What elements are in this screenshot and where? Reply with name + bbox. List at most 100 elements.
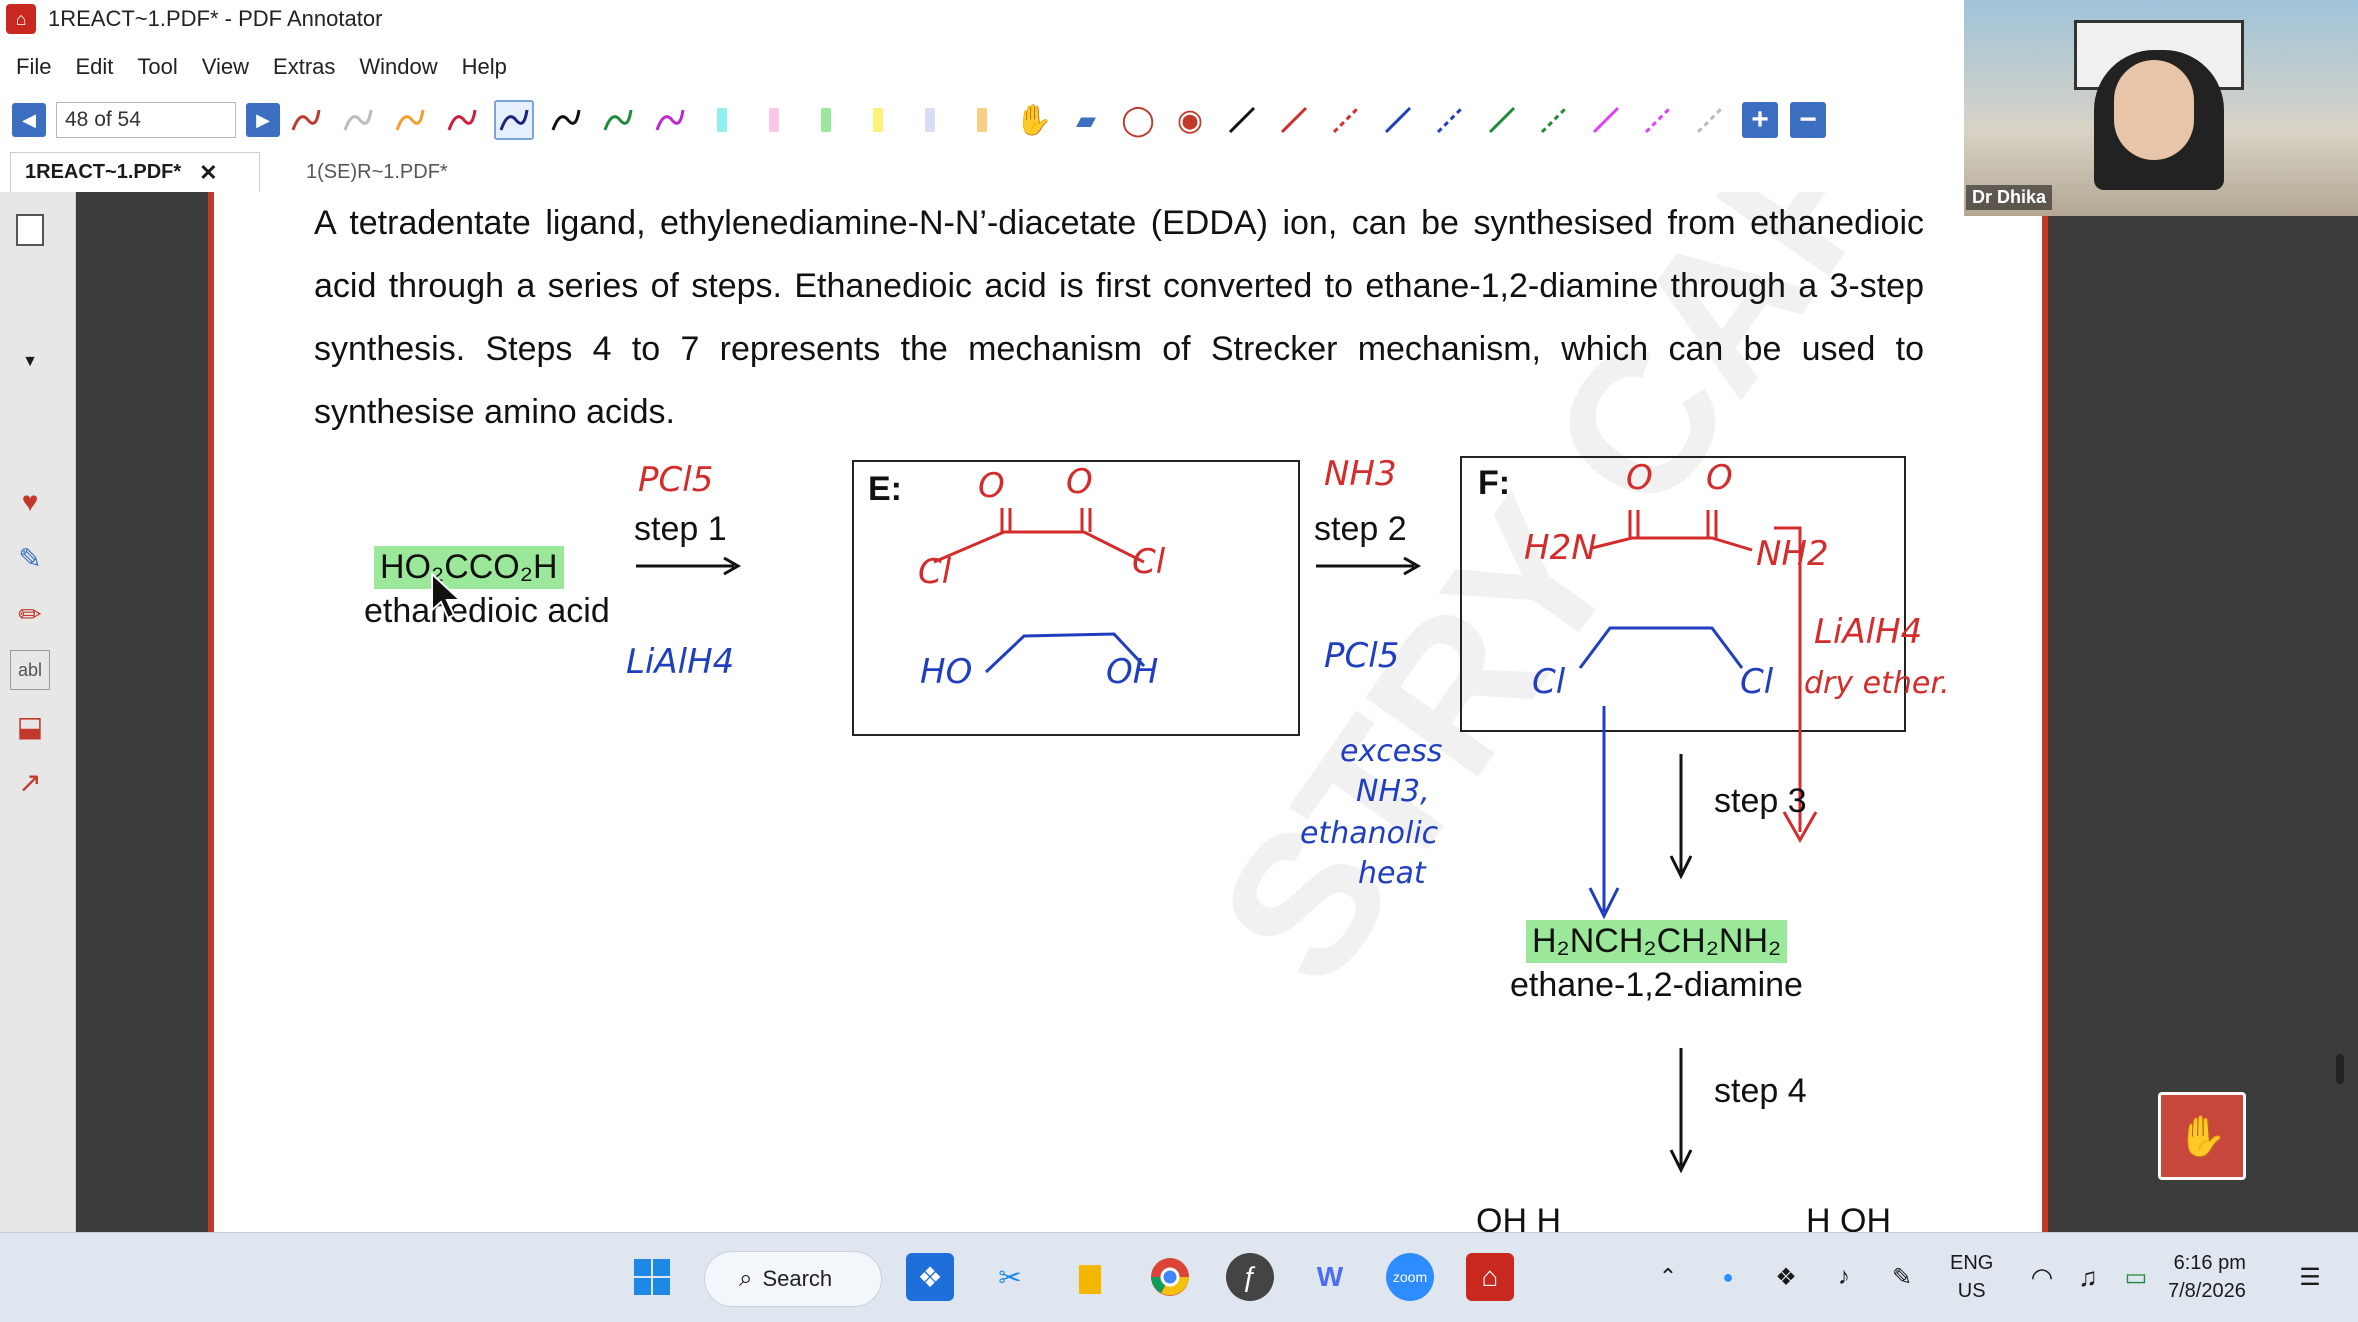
dropbox-tray-icon[interactable]: ❖ [1762, 1253, 1810, 1301]
line-icon [1384, 106, 1412, 134]
annotation-nh3-mid: NH3, [1356, 774, 1430, 809]
menu-file[interactable]: File [16, 54, 51, 80]
stylus-app-icon[interactable]: ƒ [1226, 1253, 1274, 1301]
zoom-icon[interactable]: zoom [1386, 1253, 1434, 1301]
zoom-out-button[interactable]: − [1790, 102, 1826, 138]
close-icon[interactable]: ✕ [199, 160, 217, 186]
menu-extras[interactable]: Extras [273, 54, 335, 80]
pen-navy-tool[interactable] [494, 100, 534, 140]
target-icon: ◉ [1176, 103, 1204, 137]
step-1-label: step 1 [634, 510, 727, 548]
windows-start-icon[interactable] [628, 1253, 676, 1301]
eraser-tool[interactable]: ▰ [1066, 100, 1106, 140]
page-thumbnail-icon[interactable] [10, 210, 50, 250]
arrow-tool-icon[interactable]: ↗ [10, 762, 50, 802]
zoom-tray-icon[interactable]: ● [1704, 1253, 1752, 1301]
line-gray-dashed-tool[interactable] [1690, 100, 1730, 140]
line-red-dashed-tool[interactable] [1326, 100, 1366, 140]
clock-date: 7/8/2026 [2168, 1280, 2246, 1302]
line-icon [1592, 106, 1620, 134]
lasso-tool[interactable]: ◯ [1118, 100, 1158, 140]
pen-stroke-icon [395, 109, 425, 131]
annotation-heat: heat [1358, 856, 1426, 891]
menu-help[interactable]: Help [462, 54, 507, 80]
pdf-page[interactable]: STRY CAFE A tetradentate ligand, ethylen… [208, 192, 2048, 1232]
vertical-scrollbar[interactable] [2336, 1054, 2344, 1084]
line-green-tool[interactable] [1482, 100, 1522, 140]
highlighter-icon [925, 108, 935, 132]
pdf-annotator-taskbar-icon[interactable]: ⌂ [1466, 1253, 1514, 1301]
highlighter-cyan-tool[interactable] [702, 100, 742, 140]
tab-1react[interactable]: 1REACT~1.PDF* ✕ [10, 152, 260, 192]
highlighter-yellow-tool[interactable] [858, 100, 898, 140]
language-indicator[interactable]: ENG US [1950, 1249, 1993, 1305]
file-explorer-icon[interactable]: ▇ [1066, 1253, 1114, 1301]
next-page-button[interactable]: ▶ [246, 103, 280, 137]
stamp-icon[interactable]: ⬓ [10, 706, 50, 746]
video-call-thumbnail[interactable]: Dr Dhika [1964, 0, 2358, 216]
line-green-dashed-tool[interactable] [1534, 100, 1574, 140]
line-blue-dashed-tool[interactable] [1430, 100, 1470, 140]
chevron-up-icon[interactable]: ⌃ [1644, 1253, 1692, 1301]
menu-view[interactable]: View [202, 54, 249, 80]
pen-magenta-tool[interactable] [650, 100, 690, 140]
pen-black-tool[interactable] [546, 100, 586, 140]
line-blue-tool[interactable] [1378, 100, 1418, 140]
pen-gray-tool[interactable] [338, 100, 378, 140]
wifi-icon[interactable]: ◠ [2018, 1253, 2066, 1301]
dashed-line-icon [1644, 106, 1672, 134]
menu-window[interactable]: Window [359, 54, 437, 80]
pen-icon[interactable]: ✎ [10, 538, 50, 578]
stamp-circle-tool[interactable]: ◉ [1170, 100, 1210, 140]
pen-stroke-icon [447, 109, 477, 131]
snipping-tool-icon[interactable]: ✂ [986, 1253, 1034, 1301]
hand-tool[interactable]: ✋ [1014, 100, 1054, 140]
highlighter-lavender-tool[interactable] [910, 100, 950, 140]
menu-edit[interactable]: Edit [75, 54, 113, 80]
page-number-input[interactable] [56, 102, 236, 138]
floating-hand-button[interactable]: ✋ [2158, 1092, 2246, 1180]
system-clock[interactable]: 6:16 pm 7/8/2026 [2168, 1249, 2246, 1305]
dropbox-icon[interactable]: ❖ [906, 1253, 954, 1301]
whiteboard-icon[interactable]: W [1306, 1253, 1354, 1301]
annotation-o: O [1626, 458, 1653, 498]
tab-1se-r[interactable]: 1(SE)R~1.PDF* [292, 152, 462, 192]
annotation-cl: Cl [918, 552, 952, 592]
pen-stroke-icon [655, 109, 685, 131]
dropdown-icon[interactable]: ▼ [10, 342, 50, 382]
windows-taskbar: ⌕ Search ❖ ✂ ▇ ƒ W zoom ⌂ ⌃ ● ❖ ♪ ✎ ENG … [0, 1232, 2358, 1322]
battery-icon[interactable]: ▭ [2112, 1253, 2160, 1301]
pen-crimson-tool[interactable] [442, 100, 482, 140]
highlighter-icon [769, 108, 779, 132]
highlighter-green-tool[interactable] [806, 100, 846, 140]
highlighter-orange-tool[interactable] [962, 100, 1002, 140]
highlighter-pink-tool[interactable] [754, 100, 794, 140]
line-magenta-tool[interactable] [1586, 100, 1626, 140]
window-title: 1REACT~1.PDF* - PDF Annotator [48, 6, 383, 31]
notifications-icon[interactable]: ☰ [2286, 1253, 2334, 1301]
annotation-lialh4-left: LiAlH4 [626, 642, 735, 682]
chrome-icon[interactable] [1146, 1253, 1194, 1301]
step-4-label: step 4 [1714, 1072, 1807, 1110]
taskbar-search[interactable]: ⌕ Search [704, 1251, 882, 1307]
clock-time: 6:16 pm [2173, 1252, 2246, 1274]
pen-orange-tool[interactable] [390, 100, 430, 140]
volume-icon[interactable]: ♫ [2064, 1253, 2112, 1301]
heart-icon[interactable]: ♥ [10, 482, 50, 522]
menu-tool[interactable]: Tool [137, 54, 177, 80]
pen-red-tool[interactable] [286, 100, 326, 140]
line-red-tool[interactable] [1274, 100, 1314, 140]
microphone-icon[interactable]: ♪ [1820, 1253, 1868, 1301]
annotation-cl: Cl [1532, 662, 1566, 702]
marker-icon[interactable]: ✏ [10, 594, 50, 634]
pen-green-tool[interactable] [598, 100, 638, 140]
previous-page-button[interactable]: ◀ [12, 103, 46, 137]
line-black-tool[interactable] [1222, 100, 1262, 140]
plus-icon: + [1751, 103, 1769, 136]
annotation-o: O [1706, 458, 1733, 498]
text-box-icon[interactable]: abl [10, 650, 50, 690]
reaction-arrow-down-icon [1669, 754, 1693, 880]
pen-tray-icon[interactable]: ✎ [1878, 1253, 1926, 1301]
line-magenta-dashed-tool[interactable] [1638, 100, 1678, 140]
zoom-in-button[interactable]: + [1742, 102, 1778, 138]
